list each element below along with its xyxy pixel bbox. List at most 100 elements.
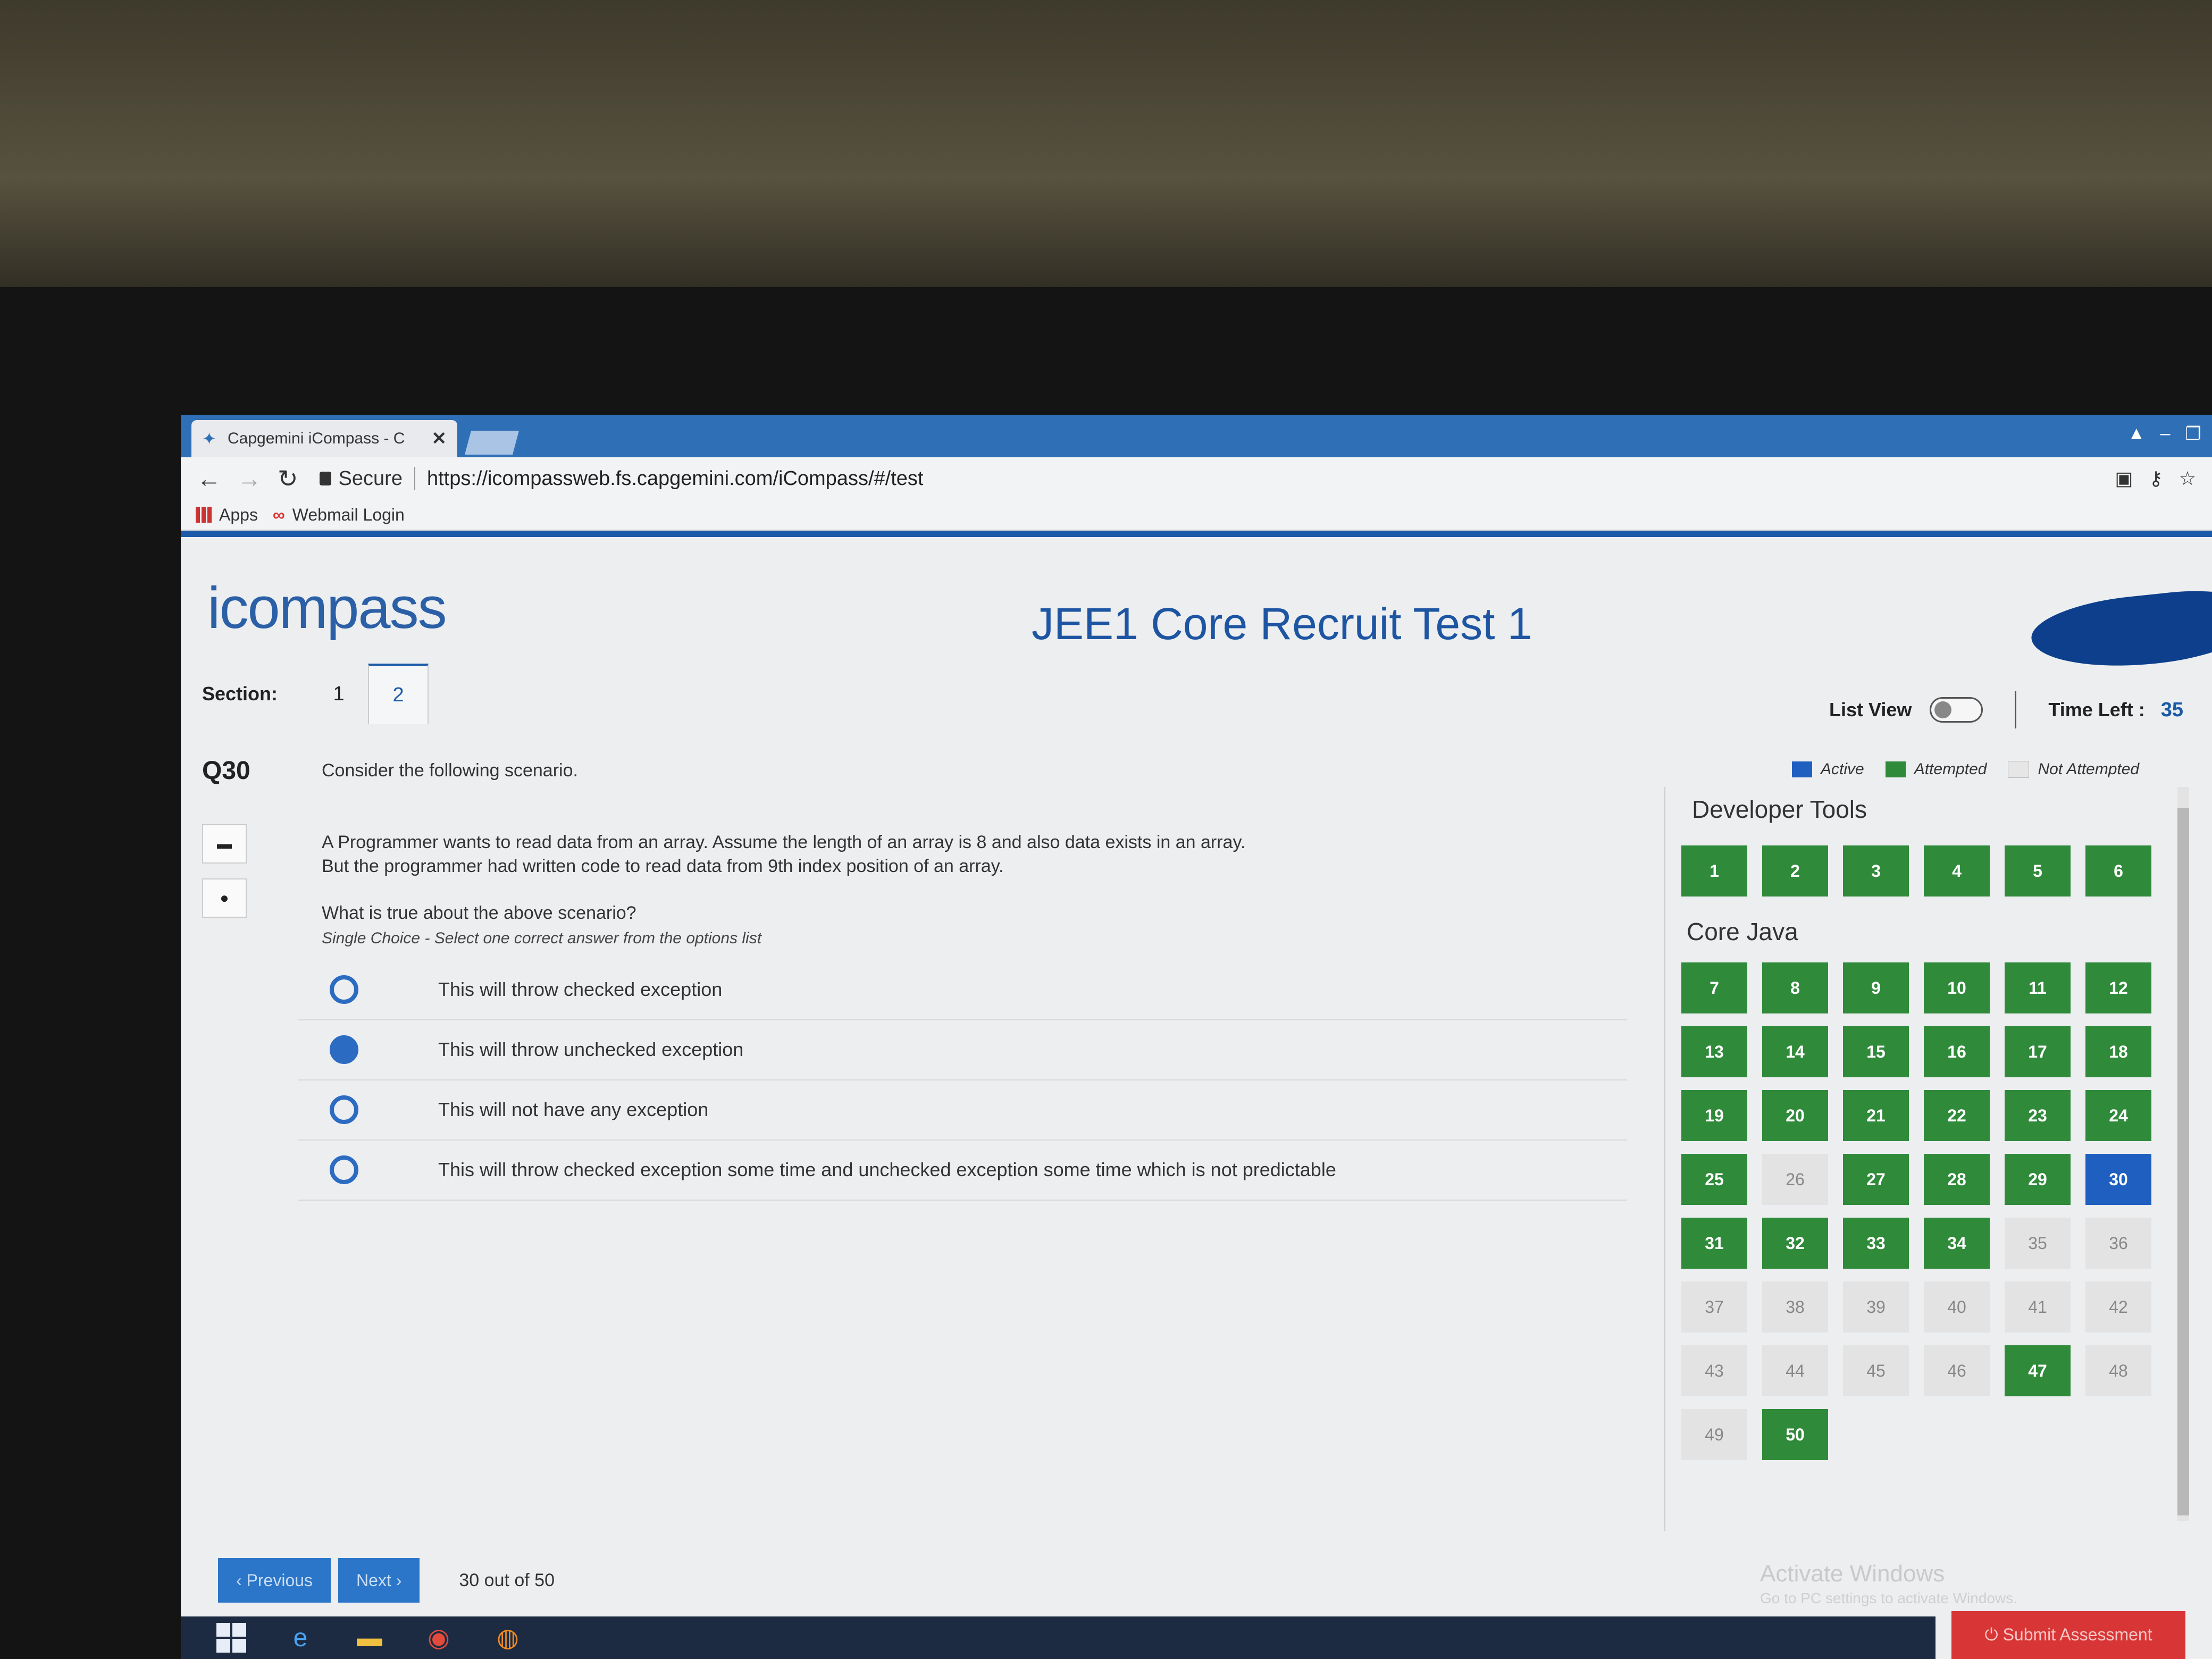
option-radio-selected[interactable] <box>330 1035 358 1064</box>
submit-assessment-button[interactable]: ⏻ Submit Assessment <box>1951 1611 2185 1659</box>
question-palette-item-15[interactable]: 15 <box>1843 1026 1909 1077</box>
background-wall <box>0 0 2212 298</box>
question-palette-item-22[interactable]: 22 <box>1924 1090 1990 1141</box>
question-palette-item-36[interactable]: 36 <box>2085 1218 2151 1269</box>
section-tab-1[interactable]: 1 <box>309 665 368 723</box>
question-palette-item-6[interactable]: 6 <box>2085 845 2151 896</box>
option-radio[interactable] <box>330 975 358 1004</box>
app-logo: icompass <box>207 575 447 641</box>
scrollbar-thumb[interactable] <box>2177 808 2189 1515</box>
question-palette-item-25[interactable]: 25 <box>1681 1154 1747 1205</box>
question-palette-item-31[interactable]: 31 <box>1681 1218 1747 1269</box>
question-palette-item-3[interactable]: 3 <box>1843 845 1909 896</box>
question-palette-item-16[interactable]: 16 <box>1924 1026 1990 1077</box>
answer-option-2[interactable]: This will throw unchecked exception <box>298 1020 1627 1080</box>
question-palette-item-19[interactable]: 19 <box>1681 1090 1747 1141</box>
question-palette-item-10[interactable]: 10 <box>1924 962 1990 1013</box>
bookmark-apps[interactable]: Apps <box>196 505 258 525</box>
bookmark-star-icon[interactable]: ☆ <box>2179 467 2196 490</box>
question-palette-item-20[interactable]: 20 <box>1762 1090 1828 1141</box>
question-palette-item-42[interactable]: 42 <box>2085 1281 2151 1333</box>
answer-option-3[interactable]: This will not have any exception <box>298 1080 1627 1141</box>
question-palette-item-2[interactable]: 2 <box>1762 845 1828 896</box>
question-palette-item-35[interactable]: 35 <box>2005 1218 2071 1269</box>
legend-attempted-swatch <box>1885 761 1906 777</box>
firefox-icon[interactable]: ◍ <box>489 1620 526 1655</box>
question-palette-item-12[interactable]: 12 <box>2085 962 2151 1013</box>
question-palette-item-9[interactable]: 9 <box>1843 962 1909 1013</box>
question-palette-item-4[interactable]: 4 <box>1924 845 1990 896</box>
time-left-label: Time Left : <box>2048 699 2145 720</box>
question-palette-item-40[interactable]: 40 <box>1924 1281 1990 1333</box>
question-palette-item-34[interactable]: 34 <box>1924 1218 1990 1269</box>
group-title-core-java: Core Java <box>1687 918 1798 945</box>
question-palette-item-49[interactable]: 49 <box>1681 1409 1747 1460</box>
question-palette-item-27[interactable]: 27 <box>1843 1154 1909 1205</box>
question-palette-item-21[interactable]: 21 <box>1843 1090 1909 1141</box>
group-title-developer-tools: Developer Tools <box>1692 795 1867 823</box>
extension-icon[interactable]: ▣ <box>2115 467 2133 490</box>
secure-indicator[interactable]: Secure <box>319 467 403 490</box>
question-palette-item-41[interactable]: 41 <box>2005 1281 2071 1333</box>
next-button[interactable]: Next › <box>338 1558 420 1603</box>
question-palette-item-29[interactable]: 29 <box>2005 1154 2071 1205</box>
question-palette-item-37[interactable]: 37 <box>1681 1281 1747 1333</box>
question-palette-item-17[interactable]: 17 <box>2005 1026 2071 1077</box>
question-palette-item-44[interactable]: 44 <box>1762 1345 1828 1396</box>
question-palette-item-23[interactable]: 23 <box>2005 1090 2071 1141</box>
question-palette-item-45[interactable]: 45 <box>1843 1345 1909 1396</box>
answer-option-4[interactable]: This will throw checked exception some t… <box>298 1140 1627 1201</box>
question-palette-item-7[interactable]: 7 <box>1681 962 1747 1013</box>
back-icon[interactable]: ← <box>197 464 221 493</box>
question-palette-item-38[interactable]: 38 <box>1762 1281 1828 1333</box>
question-palette-item-50[interactable]: 50 <box>1762 1409 1828 1460</box>
user-icon[interactable]: ▲ <box>2127 423 2146 445</box>
activate-windows-subtext: Go to PC settings to activate Windows. <box>1760 1590 2017 1606</box>
question-palette-item-8[interactable]: 8 <box>1762 962 1828 1013</box>
question-palette-item-46[interactable]: 46 <box>1924 1345 1990 1396</box>
answer-option-1[interactable]: This will throw checked exception <box>298 960 1627 1020</box>
question-palette-item-1[interactable]: 1 <box>1681 845 1747 896</box>
section-tab-2[interactable]: 2 <box>368 664 429 724</box>
key-icon[interactable]: ⚷ <box>2149 467 2163 490</box>
question-palette-item-11[interactable]: 11 <box>2005 962 2071 1013</box>
question-palette-item-14[interactable]: 14 <box>1762 1026 1828 1077</box>
question-palette-item-43[interactable]: 43 <box>1681 1345 1747 1396</box>
question-line-1: A Programmer wants to read data from an … <box>322 832 1246 852</box>
chrome-icon[interactable]: ◉ <box>420 1620 457 1655</box>
reload-icon[interactable]: ↻ <box>278 464 298 493</box>
question-palette-item-18[interactable]: 18 <box>2085 1026 2151 1077</box>
flag-button[interactable]: ▬ <box>202 824 247 864</box>
option-radio[interactable] <box>330 1095 358 1124</box>
list-view-toggle[interactable] <box>1930 697 1983 723</box>
restore-icon[interactable]: ❐ <box>2185 423 2201 445</box>
section-label: Section: <box>202 683 278 705</box>
palette-scrollbar[interactable] <box>2177 787 2189 1521</box>
question-palette-item-32[interactable]: 32 <box>1762 1218 1828 1269</box>
bookmark-button[interactable]: ● <box>202 878 247 918</box>
bookmark-webmail[interactable]: ∞ Webmail Login <box>273 505 405 525</box>
previous-button[interactable]: ‹ Previous <box>218 1558 331 1603</box>
browser-tab[interactable]: ✦ Capgemini iCompass - C ✕ <box>191 420 457 457</box>
question-palette-item-30[interactable]: 30 <box>2085 1154 2151 1205</box>
address-bar-actions: ▣ ⚷ ☆ <box>2115 467 2196 490</box>
question-palette-item-28[interactable]: 28 <box>1924 1154 1990 1205</box>
question-palette-item-47[interactable]: 47 <box>2005 1345 2071 1396</box>
question-palette-item-5[interactable]: 5 <box>2005 845 2071 896</box>
new-tab-button[interactable] <box>464 431 520 455</box>
footer-nav: ‹ Previous Next › 30 out of 50 <box>218 1558 555 1603</box>
minimize-icon[interactable]: – <box>2160 423 2171 445</box>
windows-start-icon[interactable] <box>213 1620 250 1655</box>
question-palette-item-26[interactable]: 26 <box>1762 1154 1828 1205</box>
url-input[interactable]: https://icompassweb.fs.capgemini.com/iCo… <box>427 467 924 490</box>
question-palette-item-48[interactable]: 48 <box>2085 1345 2151 1396</box>
question-palette-item-33[interactable]: 33 <box>1843 1218 1909 1269</box>
question-palette-item-13[interactable]: 13 <box>1681 1026 1747 1077</box>
forward-icon[interactable]: → <box>237 464 262 493</box>
option-radio[interactable] <box>330 1155 358 1184</box>
close-tab-icon[interactable]: ✕ <box>432 428 447 449</box>
question-palette-item-24[interactable]: 24 <box>2085 1090 2151 1141</box>
file-explorer-icon[interactable]: ▬ <box>351 1620 388 1655</box>
question-palette-item-39[interactable]: 39 <box>1843 1281 1909 1333</box>
internet-explorer-icon[interactable]: e <box>282 1620 319 1655</box>
